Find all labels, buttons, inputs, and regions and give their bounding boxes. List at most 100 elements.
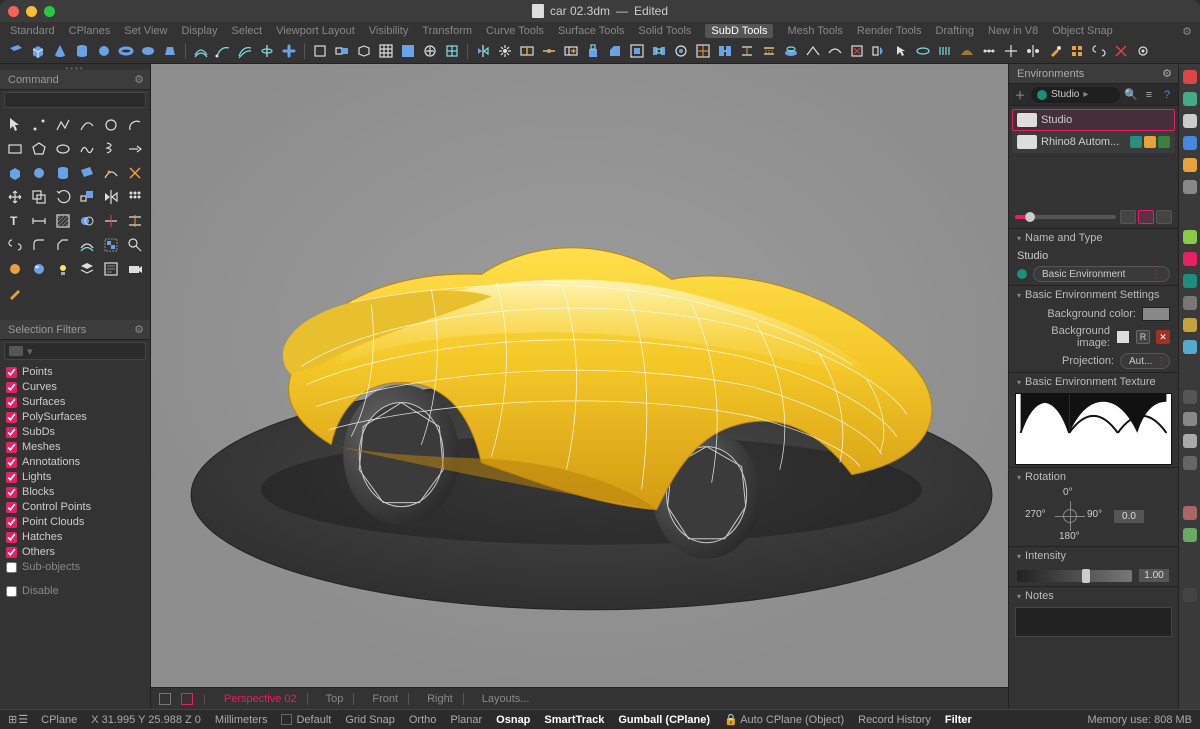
soft-transform-tool[interactable] bbox=[957, 41, 977, 61]
filters-settings-icon[interactable]: ⚙ bbox=[134, 323, 144, 336]
tab-solid-tools[interactable]: Solid Tools bbox=[638, 25, 691, 37]
panel-tab-properties-icon[interactable] bbox=[1183, 70, 1197, 84]
tab-mesh-tools[interactable]: Mesh Tools bbox=[787, 25, 842, 37]
background-image-thumb[interactable] bbox=[1116, 330, 1130, 344]
background-image-clear-button[interactable]: ✕ bbox=[1156, 330, 1170, 344]
status-layer[interactable]: Default bbox=[281, 714, 331, 726]
arc-tool[interactable] bbox=[124, 114, 146, 136]
pack-tool[interactable] bbox=[1067, 41, 1087, 61]
group-tool[interactable] bbox=[100, 234, 122, 256]
extend-tool[interactable] bbox=[124, 138, 146, 160]
fullscreen-window-button[interactable] bbox=[44, 6, 55, 17]
environment-texture-preview[interactable] bbox=[1015, 393, 1172, 465]
background-image-browse-button[interactable]: R bbox=[1136, 330, 1150, 344]
status-smarttrack[interactable]: SmartTrack bbox=[544, 714, 604, 726]
options-tool[interactable] bbox=[1133, 41, 1153, 61]
subdivide-tool[interactable] bbox=[693, 41, 713, 61]
camera-tool[interactable] bbox=[124, 258, 146, 280]
menu-icon[interactable]: ≡ bbox=[1142, 88, 1156, 102]
align-tool[interactable] bbox=[979, 41, 999, 61]
filter-curves[interactable]: Curves bbox=[6, 381, 144, 393]
helix-tool[interactable] bbox=[100, 138, 122, 160]
command-input[interactable] bbox=[4, 92, 146, 108]
point-tool[interactable] bbox=[28, 114, 50, 136]
layers-tool[interactable] bbox=[76, 258, 98, 280]
panel-tab-layers-icon[interactable] bbox=[1183, 92, 1197, 106]
delete-face-tool[interactable] bbox=[847, 41, 867, 61]
insert-point-tool[interactable] bbox=[539, 41, 559, 61]
panel-tab-more-icon[interactable] bbox=[1183, 588, 1197, 602]
status-record-history[interactable]: Record History bbox=[858, 714, 931, 726]
filter-subds[interactable]: SubDs bbox=[6, 426, 144, 438]
panel-tab-help-icon[interactable] bbox=[1183, 136, 1197, 150]
text-tool[interactable]: T bbox=[4, 210, 26, 232]
perspective-viewport[interactable]: Perspective 02 ▼ bbox=[151, 64, 1008, 687]
filter-subobjects[interactable]: Sub-objects bbox=[6, 561, 144, 573]
add-environment-button[interactable]: ＋ bbox=[1013, 88, 1027, 102]
curve-tool[interactable] bbox=[76, 114, 98, 136]
viewtab-perspective[interactable]: Perspective 02 bbox=[214, 693, 308, 705]
curve-interpolate-tool[interactable] bbox=[76, 138, 98, 160]
fill-hole-tool[interactable] bbox=[671, 41, 691, 61]
filter-lights[interactable]: Lights bbox=[6, 471, 144, 483]
panel-tab-sun-icon[interactable] bbox=[1183, 318, 1197, 332]
environment-item-studio[interactable]: Studio bbox=[1012, 109, 1175, 131]
subd-box-tool[interactable] bbox=[28, 41, 48, 61]
analyze-tool[interactable] bbox=[124, 234, 146, 256]
radiate-tool[interactable] bbox=[495, 41, 515, 61]
toolbar-settings-icon[interactable]: ⚙ bbox=[1182, 25, 1192, 38]
insert-edge-tool[interactable] bbox=[517, 41, 537, 61]
status-gumball[interactable]: Gumball (CPlane) bbox=[618, 714, 710, 726]
section-notes[interactable]: Notes bbox=[1009, 587, 1178, 605]
subd-display-toggle-tool[interactable] bbox=[869, 41, 889, 61]
pointer-tool[interactable] bbox=[4, 114, 26, 136]
subd-torus-tool[interactable] bbox=[116, 41, 136, 61]
panel-tab-python-icon[interactable] bbox=[1183, 528, 1197, 542]
join-tool-2[interactable] bbox=[4, 234, 26, 256]
view-tree-icon[interactable] bbox=[1156, 210, 1172, 224]
select-tool[interactable] bbox=[891, 41, 911, 61]
subd-revolve-tool[interactable] bbox=[257, 41, 277, 61]
rotate-tool[interactable] bbox=[52, 186, 74, 208]
panel-tab-snapshot-icon[interactable] bbox=[1183, 434, 1197, 448]
projection-select[interactable]: Aut...⋮ bbox=[1120, 353, 1170, 369]
inset-tool[interactable] bbox=[627, 41, 647, 61]
stitch-tool[interactable] bbox=[759, 41, 779, 61]
trim-tool[interactable] bbox=[100, 210, 122, 232]
subd-plane-tool[interactable] bbox=[6, 41, 26, 61]
close-window-button[interactable] bbox=[8, 6, 19, 17]
viewport-single-icon[interactable] bbox=[181, 693, 193, 705]
properties-tool[interactable] bbox=[100, 258, 122, 280]
tab-transform[interactable]: Transform bbox=[422, 25, 472, 37]
filter-polysurfaces[interactable]: PolySurfaces bbox=[6, 411, 144, 423]
tab-curve-tools[interactable]: Curve Tools bbox=[486, 25, 544, 37]
status-units[interactable]: Millimeters bbox=[215, 714, 268, 726]
panel-tab-environments-icon[interactable] bbox=[1183, 274, 1197, 288]
search-icon[interactable]: 🔍 bbox=[1124, 88, 1138, 102]
section-rotation[interactable]: Rotation bbox=[1009, 468, 1178, 486]
thumbnail-size-slider[interactable] bbox=[1015, 215, 1116, 219]
copy-tool[interactable] bbox=[28, 186, 50, 208]
environment-type-select[interactable]: Basic Environment⋮ bbox=[1033, 266, 1170, 282]
filter-meshes[interactable]: Meshes bbox=[6, 441, 144, 453]
slide-edge-tool[interactable] bbox=[561, 41, 581, 61]
rotation-control[interactable]: 0° 90° 180° 270° 0.0 bbox=[1017, 489, 1170, 543]
merge-edges-tool[interactable] bbox=[737, 41, 757, 61]
sel-edge-ring-tool[interactable] bbox=[935, 41, 955, 61]
subd-loft-tool[interactable] bbox=[191, 41, 211, 61]
hatch-tool[interactable] bbox=[52, 210, 74, 232]
section-basic-texture[interactable]: Basic Environment Texture bbox=[1009, 373, 1178, 391]
panel-tab-box-edit-icon[interactable] bbox=[1183, 456, 1197, 470]
view-grid-icon[interactable] bbox=[1138, 210, 1154, 224]
viewtab-right[interactable]: Right bbox=[417, 693, 464, 705]
scale-tool[interactable] bbox=[76, 186, 98, 208]
panel-tab-lights-icon[interactable] bbox=[1183, 230, 1197, 244]
subd-truncated-cone-tool[interactable] bbox=[160, 41, 180, 61]
tab-viewport-layout[interactable]: Viewport Layout bbox=[276, 25, 355, 37]
viewtab-front[interactable]: Front bbox=[362, 693, 409, 705]
multipipe-tool[interactable] bbox=[279, 41, 299, 61]
move-tool[interactable] bbox=[4, 186, 26, 208]
bridge-tool[interactable] bbox=[649, 41, 669, 61]
subd-sweep2-tool[interactable] bbox=[235, 41, 255, 61]
explode-tool-2[interactable] bbox=[124, 162, 146, 184]
